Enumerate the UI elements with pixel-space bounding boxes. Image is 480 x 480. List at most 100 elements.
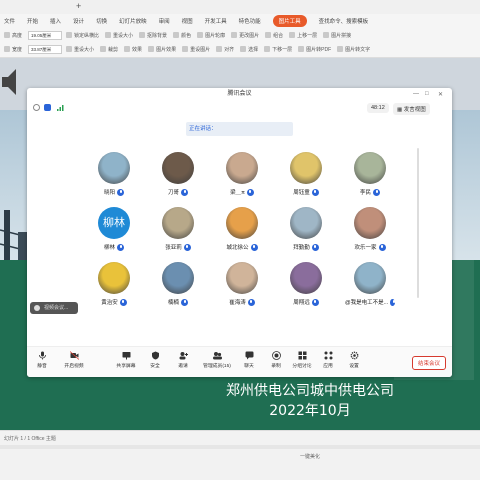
- send-backward-label: 下移一层: [272, 46, 293, 53]
- participant-name: 周钰童: [293, 190, 310, 196]
- manage-members-button[interactable]: 管理成员(15): [201, 351, 233, 369]
- menu-file[interactable]: 文件: [4, 17, 15, 25]
- participant-tile[interactable]: 梁＿π: [217, 152, 267, 204]
- shield-icon: [151, 351, 159, 360]
- menu-bar: 文件 开始 插入 设计 切换 幻灯片放映 审阅 视图 开发工具 特色功能 图片工…: [0, 14, 480, 28]
- mute-label: 静音: [37, 364, 47, 369]
- participant-name: 李民: [359, 190, 371, 196]
- security-button[interactable]: 安全: [142, 351, 168, 369]
- resize-button[interactable]: 重设大小: [105, 32, 133, 39]
- participant-tile[interactable]: @我是电工不是...: [345, 262, 395, 314]
- bring-forward-button[interactable]: 上移一层: [289, 32, 317, 39]
- reset-picture-button[interactable]: 重设图片: [182, 46, 210, 53]
- participant-scrollbar[interactable]: [417, 148, 419, 298]
- share-screen-button[interactable]: 共享屏幕: [113, 351, 139, 369]
- info-icon[interactable]: [33, 104, 40, 111]
- participant-tile[interactable]: 崔海涛: [217, 262, 267, 314]
- width-input[interactable]: 33.87厘米: [28, 44, 63, 54]
- height-input[interactable]: 19.05厘米: [28, 30, 63, 40]
- participant-avatar: [162, 262, 194, 294]
- mute-button[interactable]: 静音: [29, 351, 55, 369]
- participant-tile[interactable]: 李民: [345, 152, 395, 204]
- participant-tile[interactable]: 晓阳: [89, 152, 139, 204]
- breakout-label: 分组讨论: [292, 364, 312, 369]
- participant-name: @我是电工不是...: [345, 300, 389, 306]
- participant-tile[interactable]: 楠楠: [153, 262, 203, 314]
- menu-developer[interactable]: 开发工具: [205, 17, 227, 25]
- chat-button[interactable]: 聊天: [236, 351, 262, 369]
- record-button[interactable]: 录制: [263, 351, 289, 369]
- picture-to-text-button[interactable]: 图片转文字: [337, 46, 370, 53]
- participant-tile[interactable]: 欢乐一家: [345, 207, 395, 259]
- participant-tile[interactable]: 周钰童: [281, 152, 331, 204]
- reset-size-button[interactable]: 重设大小: [66, 46, 94, 53]
- picture-to-pdf-button[interactable]: 图片转PDF: [298, 46, 331, 53]
- participant-tile[interactable]: 黄治安: [89, 262, 139, 314]
- menu-slideshow[interactable]: 幻灯片放映: [119, 17, 147, 25]
- breakout-button[interactable]: 分组讨论: [289, 351, 315, 369]
- remove-background-label: 抠除背景: [147, 32, 168, 39]
- send-backward-button[interactable]: 下移一层: [264, 46, 292, 53]
- reset-picture-icon: [182, 46, 189, 52]
- grid-view-icon: ▦: [397, 107, 404, 113]
- participant-tile[interactable]: 柳林 柳林: [89, 207, 139, 259]
- security-shield-icon[interactable]: [44, 104, 51, 111]
- remove-background-button[interactable]: 抠除背景: [139, 32, 167, 39]
- speaker-icon[interactable]: [0, 66, 22, 98]
- change-picture-button[interactable]: 更改图片: [231, 32, 259, 39]
- picture-outline-button[interactable]: 图片轮廓: [197, 32, 225, 39]
- color-button[interactable]: 颜色: [173, 32, 191, 39]
- apps-button[interactable]: 应用: [315, 351, 341, 369]
- menu-picture-tools[interactable]: 图片工具: [272, 15, 307, 27]
- horizontal-scrollbar[interactable]: [0, 445, 480, 449]
- lock-ratio-checkbox[interactable]: 锁定纵横比: [66, 32, 99, 39]
- participant-tile[interactable]: 城北徐公: [217, 207, 267, 259]
- menu-features[interactable]: 特色功能: [239, 17, 261, 25]
- participant-avatar: [290, 262, 322, 294]
- status-bar: 幻灯片 1 / 1 Office 主题 一键美化: [0, 430, 480, 480]
- minimize-icon[interactable]: —: [413, 91, 419, 97]
- group-button[interactable]: 组合: [265, 32, 283, 39]
- security-label: 安全: [150, 364, 160, 369]
- view-mode-button[interactable]: ▦ 发言视图: [393, 103, 430, 115]
- effects-button[interactable]: 效果: [124, 46, 142, 53]
- change-picture-icon: [231, 32, 238, 38]
- end-meeting-button[interactable]: 结束会议: [411, 356, 446, 370]
- picture-outline-label: 图片轮廓: [205, 32, 226, 39]
- picture-stitch-button[interactable]: 图片拼接: [323, 32, 351, 39]
- picture-effects-button[interactable]: 图片效果: [148, 46, 176, 53]
- select-button[interactable]: 选择: [240, 46, 258, 53]
- close-icon[interactable]: ✕: [438, 91, 443, 98]
- participant-tile[interactable]: 拜勤勤: [281, 207, 331, 259]
- menu-transition[interactable]: 切换: [96, 17, 107, 25]
- toolbar-row-1: 高度 19.05厘米 锁定纵横比 重设大小 抠除背景 颜色 图片轮廓 更改图片 …: [0, 28, 480, 42]
- effects-icon: [124, 46, 131, 52]
- maximize-icon[interactable]: □: [425, 91, 429, 97]
- beautify-button[interactable]: 一键美化: [300, 453, 320, 460]
- participant-avatar: [354, 262, 386, 294]
- mic-status-icon: [311, 188, 319, 196]
- menu-design[interactable]: 设计: [73, 17, 84, 25]
- video-off-icon: [69, 351, 79, 360]
- new-tab-icon[interactable]: +: [76, 1, 81, 11]
- toolbar-row-2: 宽度 33.87厘米 重设大小 裁剪 效果 图片效果 重设图片 对齐 选择 下移…: [0, 42, 480, 56]
- participant-tile[interactable]: 周翔远: [281, 262, 331, 314]
- participant-tile[interactable]: 刀哥: [153, 152, 203, 204]
- menu-home[interactable]: 开始: [27, 17, 38, 25]
- crop-button[interactable]: 裁剪: [100, 46, 118, 53]
- search-commands[interactable]: 查找命令、搜索模板: [319, 17, 369, 25]
- menu-insert[interactable]: 插入: [50, 17, 61, 25]
- invite-button[interactable]: 邀请: [170, 351, 196, 369]
- settings-button[interactable]: 设置: [341, 351, 367, 369]
- video-button[interactable]: 开启视频: [61, 351, 87, 369]
- checkbox-icon: [66, 32, 73, 38]
- menu-review[interactable]: 审阅: [159, 17, 170, 25]
- participant-tile[interactable]: 张亚莉: [153, 207, 203, 259]
- video-toast[interactable]: 视频会议...: [30, 302, 78, 314]
- align-button[interactable]: 对齐: [216, 46, 234, 53]
- meeting-window[interactable]: 腾讯会议 — □ ✕ 48:12 ▦ 发言视图 正在讲话： 晓阳 刀哥 梁＿π 周钰童…: [27, 88, 452, 377]
- participant-name: 梁＿π: [230, 190, 245, 196]
- participant-name-row: 李民: [345, 188, 395, 196]
- mic-status-icon: [247, 298, 255, 306]
- menu-view[interactable]: 视图: [182, 17, 193, 25]
